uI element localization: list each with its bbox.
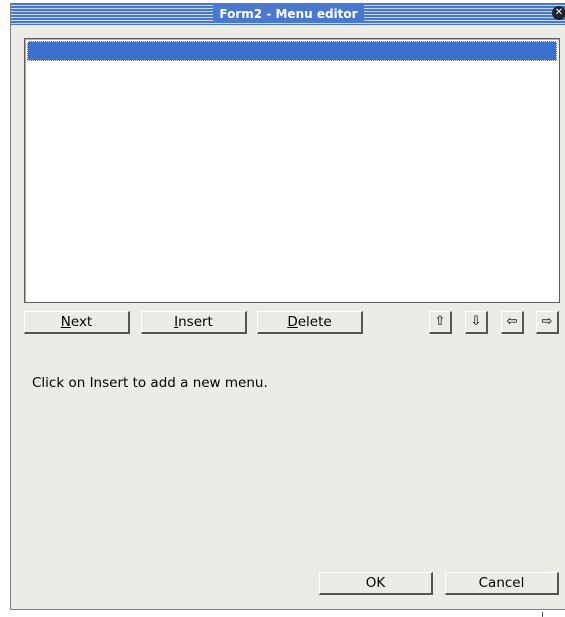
move-up-button[interactable]: ⇧ (429, 311, 452, 334)
title-bar[interactable]: Form2 - Menu editor ✕ (11, 3, 565, 25)
next-mnemonic: N (60, 314, 71, 330)
next-label: ext (70, 314, 93, 330)
move-down-button[interactable]: ⇩ (465, 311, 488, 334)
arrow-right-icon: ⇨ (541, 314, 553, 329)
move-right-button[interactable]: ⇨ (536, 311, 559, 334)
delete-mnemonic: D (287, 314, 298, 330)
insert-button[interactable]: Insert (141, 311, 247, 334)
arrow-left-icon: ⇦ (506, 314, 518, 329)
move-left-button[interactable]: ⇦ (501, 311, 524, 334)
menu-editor-window: Form2 - Menu editor ✕ Next Insert Delete… (10, 3, 565, 610)
arrow-down-icon: ⇩ (470, 314, 482, 329)
resize-grip-mark (542, 612, 543, 617)
window-title: Form2 - Menu editor (213, 5, 364, 23)
arrow-up-icon: ⇧ (434, 314, 446, 329)
insert-label: nsert (178, 314, 213, 330)
ok-button[interactable]: OK (319, 572, 433, 595)
delete-label: elete (297, 314, 332, 330)
hint-text: Click on Insert to add a new menu. (32, 375, 268, 391)
delete-button[interactable]: Delete (257, 311, 363, 334)
cancel-button[interactable]: Cancel (445, 572, 559, 595)
menu-list[interactable] (24, 38, 560, 303)
close-icon[interactable]: ✕ (552, 6, 565, 20)
list-item-selected[interactable] (27, 41, 557, 61)
next-button[interactable]: Next (24, 311, 130, 334)
